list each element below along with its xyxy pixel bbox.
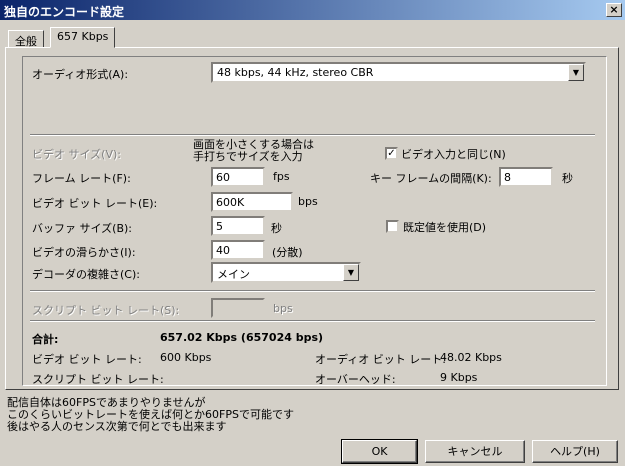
audio-format-select[interactable]: 48 kbps, 44 kHz, stereo CBR ▼ bbox=[211, 62, 586, 83]
script-bitrate-input[interactable] bbox=[211, 298, 265, 318]
smoothness-unit: (分散) bbox=[272, 246, 303, 259]
total-value: 657.02 Kbps (657024 bps) bbox=[160, 331, 324, 344]
divider bbox=[30, 290, 595, 292]
decoder-complexity-select[interactable]: メイン ▼ bbox=[211, 262, 361, 283]
buffer-size-unit: 秒 bbox=[271, 222, 282, 235]
video-size-note-line2: 手打ちでサイズを入力 bbox=[193, 150, 303, 163]
decoder-complexity-value: メイン bbox=[217, 268, 250, 281]
video-bitrate-input[interactable]: 600K bbox=[211, 192, 293, 212]
keyframe-interval-input[interactable]: 8 bbox=[499, 167, 553, 187]
summary-audio-bitrate-label: オーディオ ビット レート: bbox=[315, 353, 446, 366]
tab-bitrate-profile[interactable]: 657 Kbps bbox=[50, 27, 116, 48]
use-default-label: 既定値を使用(D) bbox=[403, 221, 487, 234]
decoder-complexity-label: デコーダの複雑さ(C): bbox=[32, 268, 140, 281]
video-bitrate-unit: bps bbox=[298, 195, 318, 208]
summary-video-bitrate-value: 600 Kbps bbox=[160, 351, 212, 364]
buffer-size-input[interactable]: 5 bbox=[211, 216, 265, 236]
script-bitrate-unit: bps bbox=[273, 302, 293, 315]
summary-video-bitrate-label: ビデオ ビット レート: bbox=[32, 353, 142, 366]
same-as-input-label: ビデオ入力と同じ(N) bbox=[401, 148, 506, 161]
window-title: 独自のエンコード設定 bbox=[4, 5, 125, 19]
chevron-down-icon[interactable]: ▼ bbox=[343, 264, 359, 281]
frame-rate-label: フレーム レート(F): bbox=[32, 172, 131, 185]
script-bitrate-label: スクリプト ビット レート(S): bbox=[32, 304, 180, 317]
help-button[interactable]: ヘルプ(H) bbox=[532, 440, 618, 463]
close-button[interactable]: × bbox=[606, 3, 622, 17]
divider bbox=[30, 320, 595, 322]
summary-overhead-label: オーバーヘッド: bbox=[315, 373, 396, 386]
smoothness-input[interactable]: 40 bbox=[211, 240, 265, 260]
audio-format-value: 48 kbps, 44 kHz, stereo CBR bbox=[217, 66, 374, 79]
ok-button[interactable]: OK bbox=[341, 439, 418, 464]
chevron-down-icon[interactable]: ▼ bbox=[568, 64, 584, 81]
keyframe-interval-label: キー フレームの間隔(K): bbox=[370, 172, 492, 185]
note-line: 後はやる人のセンス次第で何とでも出来ます bbox=[7, 420, 227, 433]
frame-rate-unit: fps bbox=[273, 170, 290, 183]
summary-audio-bitrate-value: 48.02 Kbps bbox=[440, 351, 502, 364]
title-bar: 独自のエンコード設定 × bbox=[0, 0, 625, 20]
keyframe-interval-unit: 秒 bbox=[562, 172, 573, 185]
tab-general[interactable]: 全般 bbox=[8, 30, 44, 48]
summary-overhead-value: 9 Kbps bbox=[440, 371, 478, 384]
cancel-button[interactable]: キャンセル bbox=[425, 440, 525, 463]
smoothness-label: ビデオの滑らかさ(I): bbox=[32, 246, 136, 259]
frame-rate-input[interactable]: 60 bbox=[211, 167, 265, 187]
total-label: 合計: bbox=[32, 333, 59, 346]
video-bitrate-label: ビデオ ビット レート(E): bbox=[32, 197, 158, 210]
buffer-size-label: バッファ サイズ(B): bbox=[32, 222, 133, 235]
same-as-input-checkbox[interactable]: ✓ bbox=[385, 147, 398, 160]
audio-format-label: オーディオ形式(A): bbox=[32, 68, 129, 81]
use-default-checkbox[interactable] bbox=[386, 220, 399, 233]
video-size-label: ビデオ サイズ(V): bbox=[32, 148, 121, 161]
summary-script-bitrate-label: スクリプト ビット レート: bbox=[32, 373, 164, 386]
